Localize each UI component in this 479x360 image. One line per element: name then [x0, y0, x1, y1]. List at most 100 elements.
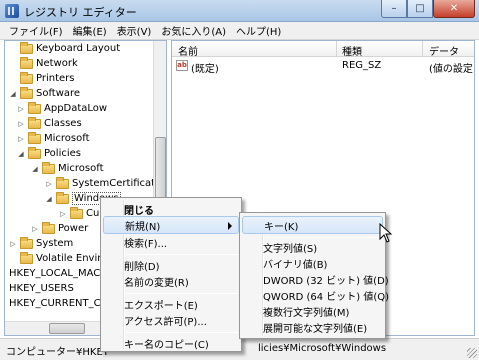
tree-item-label: Printers — [36, 73, 75, 84]
tree-expander-icon[interactable]: ▷ — [17, 120, 25, 128]
tree-item[interactable]: ◢ Policies — [17, 146, 81, 161]
registry-editor-icon — [5, 4, 19, 18]
tree-item[interactable]: ◢ Microsoft — [31, 161, 104, 176]
menu-item-permissions[interactable]: アクセス許可(P)... — [103, 311, 239, 329]
tree-item[interactable]: Printers — [9, 71, 74, 86]
window-title: レジストリ エディター — [24, 6, 137, 19]
context-menu: 閉じる 新規(N) 検索(F)... 削除(D) 名前の変更(R) エクスポート… — [100, 197, 242, 352]
string-value-icon: ab — [176, 60, 188, 71]
folder-icon — [28, 101, 41, 114]
tree-item[interactable]: ▷ Cur — [59, 206, 103, 221]
tree-item[interactable]: HKEY_USERS — [9, 281, 74, 296]
tree-item-label: Classes — [44, 118, 82, 129]
table-row[interactable]: ab (既定) REG_SZ (値の設定 — [172, 59, 474, 75]
menu-item-new-label: 新規(N) — [125, 221, 161, 233]
folder-icon — [20, 41, 33, 54]
tree-item[interactable]: ▷ Power — [31, 221, 88, 236]
folder-icon — [20, 236, 33, 249]
menu-separator — [126, 254, 238, 255]
status-path: コンピューター¥HKEY — [6, 343, 109, 358]
maximize-button[interactable]: □ — [407, 0, 433, 18]
folder-icon — [20, 86, 33, 99]
folder-icon — [56, 176, 69, 189]
tree-item[interactable]: Network — [9, 56, 78, 71]
menu-file[interactable]: ファイル(F) — [4, 23, 68, 38]
menu-item-new[interactable]: 新規(N) — [103, 216, 239, 234]
tree-expander-icon[interactable]: ▷ — [31, 225, 39, 233]
tree-item[interactable]: HKEY_LOCAL_MAC — [9, 266, 100, 281]
tree-expander-icon[interactable]: ▷ — [17, 105, 25, 113]
tree-item[interactable]: ◢ Software — [9, 86, 80, 101]
folder-icon — [20, 56, 33, 69]
tree-item[interactable]: HKEY_CURRENT_CO — [9, 296, 108, 311]
tree-item-label: HKEY_LOCAL_MAC — [9, 268, 101, 279]
column-header-type[interactable]: 種類 — [342, 43, 362, 58]
menu-separator — [126, 332, 238, 333]
folder-icon — [28, 116, 41, 129]
tree-item-label: Policies — [44, 148, 81, 159]
submenu-item-expandable-string-value[interactable]: 展開可能な文字列値(E) — [242, 318, 383, 336]
column-divider[interactable] — [422, 41, 423, 57]
column-header-name[interactable]: 名前 — [178, 43, 198, 58]
tree-item-label: Microsoft — [44, 133, 90, 144]
tree-item-label: HKEY_CURRENT_CO — [9, 298, 109, 309]
tree-item-label: Software — [36, 88, 81, 99]
tree-item[interactable]: Keyboard Layout — [9, 41, 120, 56]
tree-item-label: Keyboard Layout — [36, 43, 121, 54]
status-path-left: コンピューター¥HKEY — [6, 347, 109, 358]
column-divider[interactable] — [336, 41, 337, 57]
folder-icon — [20, 251, 33, 264]
tree-item[interactable]: ▷ AppDataLow — [17, 101, 107, 116]
folder-icon — [42, 161, 55, 174]
close-button[interactable]: ✕ — [433, 0, 475, 18]
tree-expander-icon[interactable]: ◢ — [17, 150, 25, 158]
folder-icon — [56, 191, 69, 204]
menu-bar: ファイル(F) 編集(E) 表示(V) お気に入り(A) ヘルプ(H) — [0, 22, 479, 40]
new-submenu: キー(K) 文字列値(S) バイナリ値(B) DWORD (32 ビット) 値(… — [239, 212, 389, 339]
value-name: (既定) — [191, 64, 219, 75]
tree-item-label: Network — [36, 58, 78, 69]
folder-icon — [28, 146, 41, 159]
tree-item-label: Microsoft — [58, 163, 104, 174]
tree-expander-icon[interactable]: ▷ — [17, 135, 25, 143]
mouse-cursor-icon — [379, 223, 393, 243]
menu-favorites[interactable]: お気に入り(A) — [156, 23, 231, 38]
menu-edit[interactable]: 編集(E) — [68, 23, 112, 38]
tree-expander-icon[interactable]: ◢ — [31, 165, 39, 173]
tree-expander-icon[interactable]: ▷ — [59, 210, 67, 218]
title-bar[interactable]: レジストリ エディター – □ ✕ — [0, 0, 479, 22]
menu-help[interactable]: ヘルプ(H) — [231, 23, 286, 38]
tree-item[interactable]: ▷ Microsoft — [17, 131, 90, 146]
menu-item-find[interactable]: 検索(F)... — [103, 233, 239, 251]
resize-grip-icon[interactable] — [467, 348, 477, 358]
tree-item[interactable]: ▷ SystemCertificates — [45, 176, 166, 191]
submenu-item-key[interactable]: キー(K) — [242, 216, 383, 234]
value-data: (値の設定 — [429, 64, 473, 75]
tree-expander-icon[interactable]: ◢ — [9, 90, 17, 98]
tree-item-label: HKEY_USERS — [9, 283, 74, 294]
tree-expander-icon[interactable] — [9, 60, 17, 68]
status-path-right: licies¥Microsoft¥Windows — [258, 343, 387, 354]
list-header: 名前 種類 データ — [172, 41, 474, 58]
tree-item-label: AppDataLow — [44, 103, 108, 114]
tree-item[interactable]: ▷ Classes — [17, 116, 82, 131]
value-type: REG_SZ — [342, 60, 382, 71]
menu-separator — [126, 293, 238, 294]
menu-view[interactable]: 表示(V) — [112, 23, 157, 38]
scrollbar-thumb[interactable] — [49, 323, 85, 334]
menu-item-rename[interactable]: 名前の変更(R) — [103, 272, 239, 290]
folder-icon — [42, 221, 55, 234]
column-header-data[interactable]: データ — [429, 43, 459, 58]
tree-expander-icon[interactable] — [9, 75, 17, 83]
tree-item-label: System — [36, 238, 74, 249]
tree-item[interactable]: ▷ System — [9, 236, 73, 251]
tree-expander-icon[interactable] — [9, 255, 17, 263]
tree-expander-icon[interactable]: ▷ — [9, 240, 17, 248]
folder-icon — [20, 71, 33, 84]
submenu-arrow-icon — [228, 222, 232, 230]
minimize-button[interactable]: – — [381, 0, 407, 18]
tree-expander-icon[interactable] — [9, 45, 17, 53]
tree-expander-icon[interactable]: ◢ — [45, 195, 53, 203]
menu-item-copy-key-name[interactable]: キー名のコピー(C) — [103, 334, 239, 352]
tree-expander-icon[interactable]: ▷ — [45, 180, 53, 188]
